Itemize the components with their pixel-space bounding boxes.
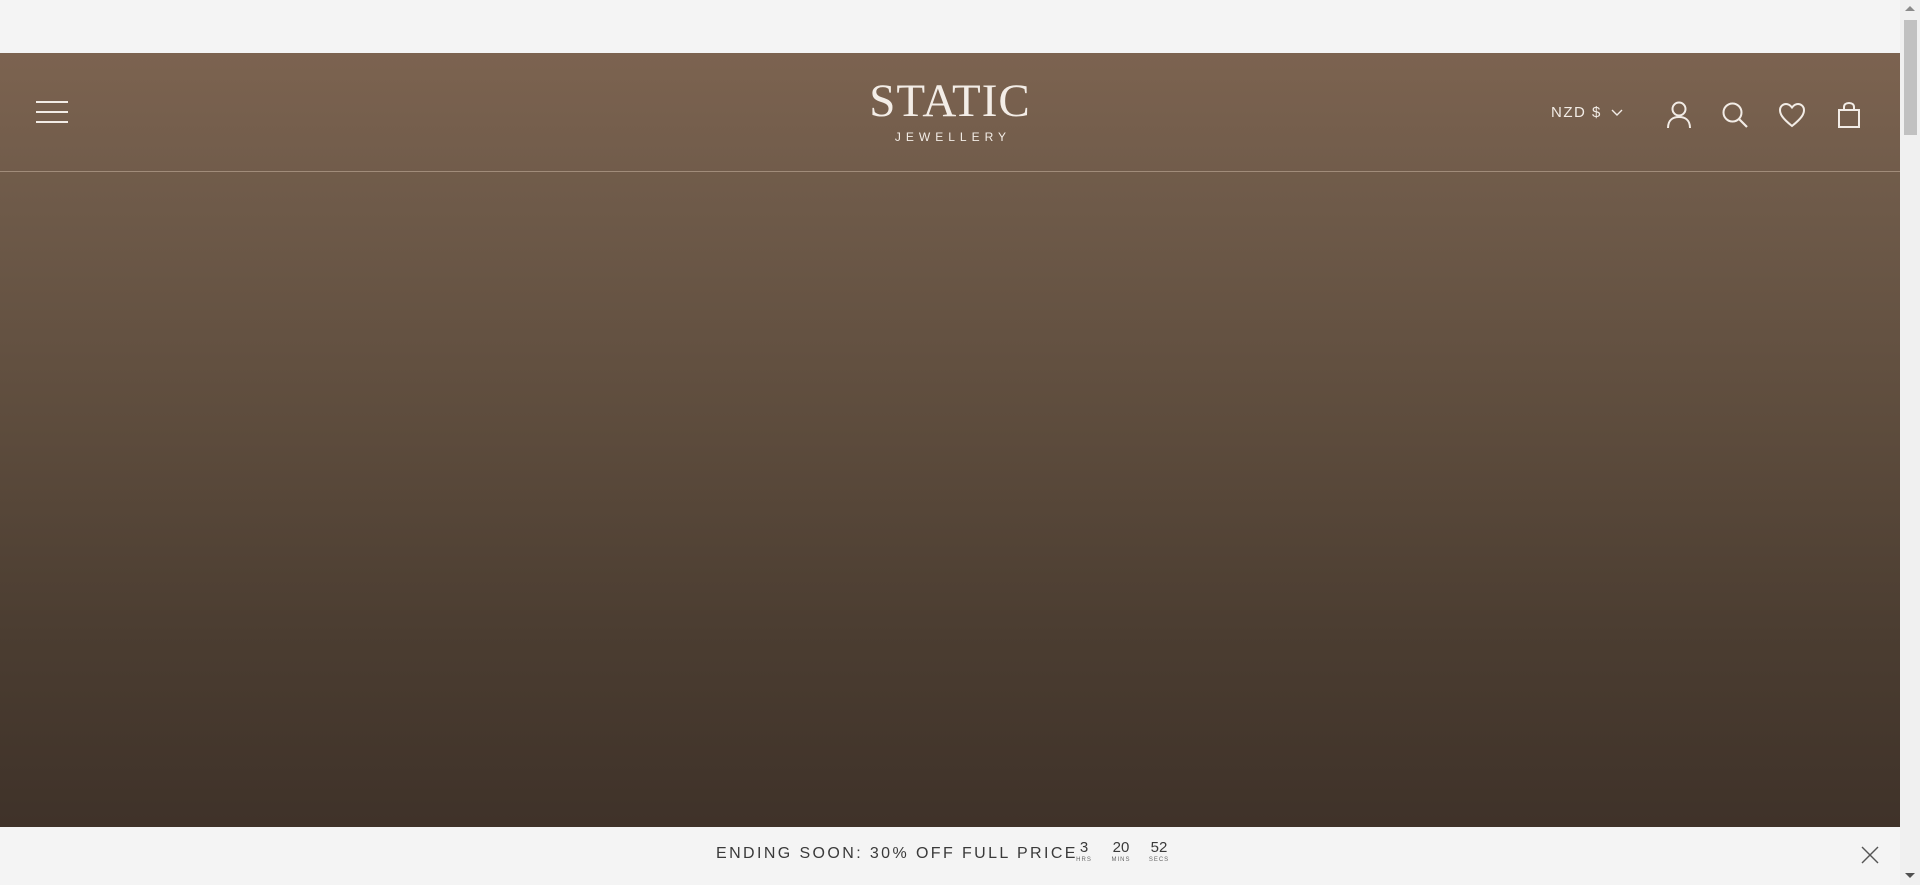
- search-icon: [1722, 102, 1748, 128]
- promo-text: ENDING SOON: 30% OFF FULL PRICE: [716, 845, 1078, 862]
- countdown-label: HRS: [1076, 857, 1092, 863]
- scrollbar-thumb[interactable]: [1904, 20, 1917, 135]
- close-icon: [1861, 846, 1879, 864]
- menu-icon-line: [36, 101, 68, 103]
- account-icon: [1667, 101, 1691, 129]
- menu-button[interactable]: [36, 101, 68, 123]
- countdown-label: MINS: [1111, 857, 1131, 863]
- countdown-label: SECS: [1148, 857, 1170, 863]
- wishlist-button[interactable]: [1777, 100, 1807, 130]
- countdown-minutes: 20 MINS: [1108, 840, 1134, 864]
- page-scrollbar[interactable]: [1900, 0, 1920, 885]
- countdown-value: 52: [1150, 839, 1168, 856]
- promo-close-button[interactable]: [1860, 845, 1880, 865]
- menu-icon-line: [36, 111, 68, 113]
- countdown-value: 3: [1079, 839, 1089, 856]
- page-viewport: STATIC JEWELLERY NZD $ ENDING SOON: 30% …: [0, 0, 1900, 885]
- menu-icon-line: [36, 121, 68, 123]
- scroll-down-arrow-icon[interactable]: [1905, 873, 1915, 878]
- search-button[interactable]: [1720, 100, 1750, 130]
- wishlist-heart-icon: [1778, 102, 1806, 128]
- countdown-hours: 3 HRS: [1076, 840, 1092, 864]
- currency-selector[interactable]: NZD $: [1551, 104, 1623, 121]
- logo-wordmark: STATIC: [869, 75, 1031, 127]
- scroll-up-arrow-icon[interactable]: [1905, 6, 1915, 11]
- logo-subtitle: JEWELLERY: [894, 130, 1012, 144]
- site-logo[interactable]: STATIC JEWELLERY: [850, 76, 1050, 152]
- chevron-down-icon: [1611, 109, 1623, 116]
- countdown-value: 20: [1112, 839, 1130, 856]
- account-button[interactable]: [1664, 100, 1694, 130]
- currency-label: NZD $: [1551, 104, 1602, 121]
- cart-bag-icon: [1838, 101, 1860, 128]
- countdown-seconds: 52 SECS: [1146, 840, 1172, 864]
- cart-button[interactable]: [1834, 100, 1864, 130]
